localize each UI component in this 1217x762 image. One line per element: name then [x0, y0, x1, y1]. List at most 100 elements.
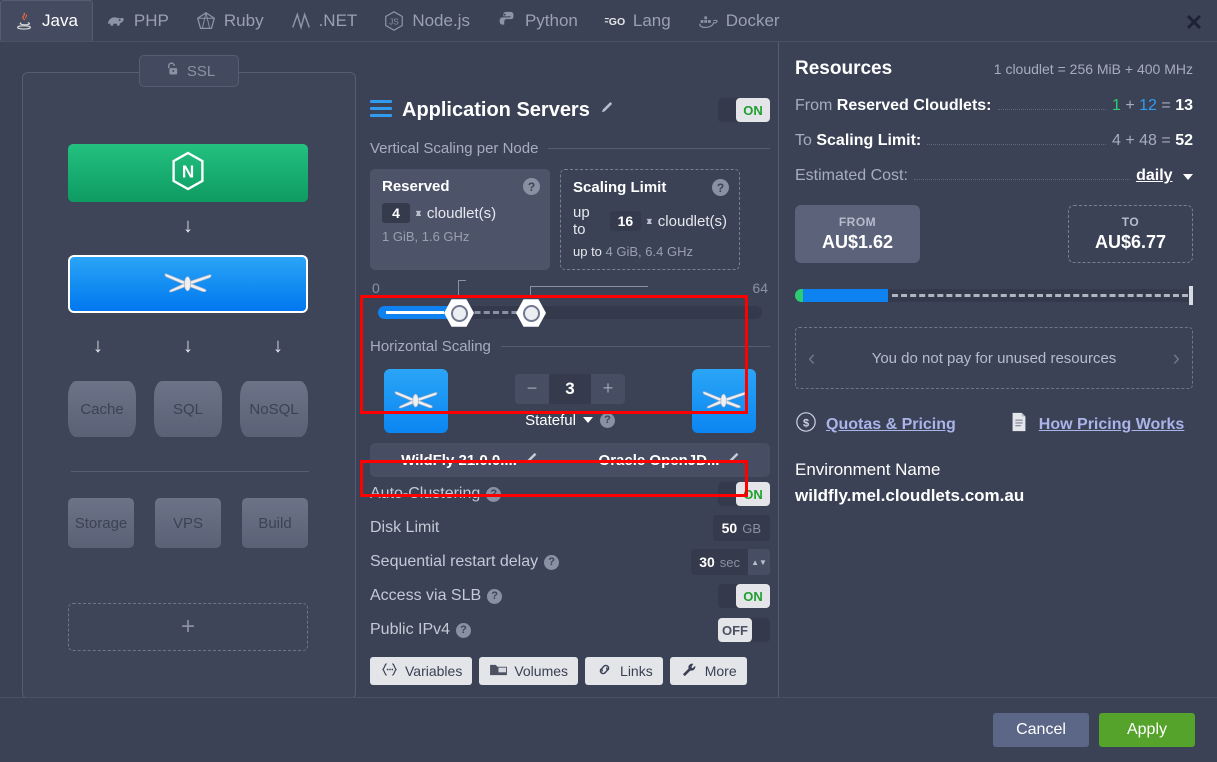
page-title: Application Servers	[402, 98, 590, 121]
slider-handle-reserved[interactable]	[444, 299, 474, 327]
topology-node-build[interactable]: Build	[242, 498, 308, 548]
tab-docker[interactable]: Docker	[685, 0, 794, 41]
quotas-pricing-label: Quotas & Pricing	[826, 415, 956, 433]
topology-arrow-down: ↓	[93, 335, 103, 357]
wildfly-icon	[161, 267, 215, 302]
engine-version-button[interactable]: WildFly 21.0.0....	[370, 452, 570, 469]
scaling-limit-help-icon[interactable]: ?	[712, 179, 729, 196]
add-node-button[interactable]: +	[68, 603, 308, 651]
horizontal-node-left[interactable]	[384, 369, 448, 433]
close-icon[interactable]: ✕	[1181, 10, 1207, 36]
tab-php[interactable]: PHP	[93, 0, 183, 41]
topology-node-sql[interactable]: SQL	[154, 381, 222, 437]
tab-ruby[interactable]: Ruby	[183, 0, 278, 41]
node-count-control: − 3 + Stateful ?	[515, 373, 625, 429]
tab-go-lang[interactable]: GO Lang	[592, 0, 685, 41]
restart-delay-spin-buttons[interactable]: ▲▼	[748, 549, 770, 575]
access-slb-toggle[interactable]: ON	[718, 584, 770, 608]
topology-node-vps[interactable]: VPS	[155, 498, 221, 548]
public-ipv4-help-icon[interactable]: ?	[456, 622, 472, 638]
volumes-label: Volumes	[514, 663, 569, 679]
to-limit-a: 4	[1112, 132, 1121, 149]
variables-button[interactable]: Variables	[370, 657, 473, 685]
setting-row-auto-clustering: Auto-Clustering ? ON	[370, 477, 770, 511]
links-button[interactable]: Links	[585, 657, 663, 685]
restart-delay-unit: sec	[719, 554, 740, 570]
vertical-scaling-legend: Vertical Scaling per Node	[370, 140, 770, 157]
horizontal-nodes-row: − 3 + Stateful ?	[370, 369, 770, 433]
price-bar-dashed	[892, 294, 1188, 297]
db-label: NoSQL	[249, 400, 299, 418]
svg-text:JS: JS	[389, 17, 399, 26]
edit-pencil-icon[interactable]	[600, 101, 615, 119]
node-mode-help-icon[interactable]: ?	[599, 412, 615, 428]
layer-toggle-state: ON	[736, 98, 770, 122]
restart-delay-help-icon[interactable]: ?	[544, 554, 560, 570]
apply-button[interactable]: Apply	[1099, 713, 1195, 747]
edit-pencil-icon[interactable]	[525, 452, 539, 469]
volumes-button[interactable]: Volumes	[479, 657, 579, 685]
tab-python[interactable]: Python	[484, 0, 592, 41]
topology-node-nosql[interactable]: NoSQL	[240, 381, 308, 437]
node-mode-dropdown[interactable]: Stateful ?	[525, 412, 615, 429]
tab-dotnet[interactable]: .NET	[278, 0, 372, 41]
scaling-limit-value-input[interactable]: 16	[609, 211, 641, 231]
tab-java[interactable]: Java	[0, 0, 93, 41]
ssl-badge[interactable]: SSL	[139, 55, 239, 87]
nodejs-icon: JS	[383, 10, 405, 32]
tab-label: Java	[42, 10, 78, 30]
resources-pane: Resources 1 cloudlet = 256 MiB + 400 MHz…	[779, 42, 1217, 697]
menu-icon[interactable]	[370, 99, 392, 121]
restart-delay-stepper[interactable]: 30 sec ▲▼	[691, 549, 770, 575]
tab-nodejs[interactable]: JS Node.js	[371, 0, 484, 41]
carousel-next-icon[interactable]: ›	[1173, 345, 1180, 371]
from-reserved-eq: =	[1161, 97, 1171, 114]
horizontal-node-right[interactable]	[692, 369, 756, 433]
reserved-help-icon[interactable]: ?	[523, 178, 540, 195]
db-label: SQL	[172, 400, 203, 418]
topology-node-nginx[interactable]: N	[68, 144, 308, 202]
environment-name-label: Environment Name	[795, 460, 941, 479]
jdk-version-button[interactable]: Oracle OpenJD...	[570, 452, 770, 469]
to-limit-b: 48	[1139, 132, 1157, 149]
left-pane: SSL N ↓ ↓ ↓ ↓ Cache SQL NoSQL Storage VP…	[0, 42, 779, 699]
topology-node-wildfly[interactable]	[68, 255, 308, 313]
disk-limit-value[interactable]: 50 GB	[712, 515, 770, 541]
price-from-amount: AU$1.62	[821, 232, 894, 252]
from-reserved-line: From Reserved Cloudlets: 1 + 12 = 13	[795, 97, 1193, 115]
disk-limit-label: Disk Limit	[370, 519, 440, 536]
quotas-pricing-link[interactable]: $ Quotas & Pricing	[795, 411, 956, 438]
access-slb-help-icon[interactable]: ?	[487, 588, 503, 604]
node-count-value[interactable]: 3	[549, 373, 591, 404]
to-limit-line: To Scaling Limit: 4 + 48 = 52	[795, 132, 1193, 150]
layer-toggle[interactable]: ON	[718, 98, 770, 122]
carousel-prev-icon[interactable]: ‹	[808, 345, 815, 371]
reserved-subtext: 1 GiB, 1.6 GHz	[382, 229, 470, 244]
ssl-label: SSL	[186, 62, 216, 80]
decrement-node-button[interactable]: −	[515, 373, 549, 404]
auto-clustering-toggle[interactable]: ON	[718, 482, 770, 506]
vertical-scaling-slider[interactable]: 0 64	[370, 280, 770, 327]
cost-period-dropdown[interactable]: daily	[1136, 167, 1193, 185]
unused-resources-banner: ‹ You do not pay for unused resources ›	[795, 327, 1193, 389]
topology-node-cache[interactable]: Cache	[68, 381, 136, 437]
topology-arrow-down: ↓	[183, 335, 193, 357]
increment-node-button[interactable]: +	[591, 373, 625, 404]
how-pricing-works-link[interactable]: How Pricing Works	[1008, 411, 1184, 438]
tab-label: .NET	[318, 10, 358, 30]
edit-pencil-icon[interactable]	[727, 452, 741, 469]
scaling-limit-subtext: up to 4 GiB, 6.4 GHz	[573, 244, 727, 259]
price-to-card: TO AU$6.77	[1068, 205, 1193, 263]
reserved-value-input[interactable]: 4	[382, 203, 410, 223]
slider-track[interactable]	[378, 306, 762, 319]
auto-clustering-help-icon[interactable]: ?	[486, 486, 502, 502]
more-button[interactable]: More	[669, 657, 747, 685]
slider-handle-limit[interactable]	[516, 299, 546, 327]
unlock-icon	[163, 61, 180, 82]
tab-label: Ruby	[223, 10, 264, 30]
public-ipv4-toggle[interactable]: OFF	[718, 618, 770, 642]
cancel-button[interactable]: Cancel	[993, 713, 1089, 747]
topology-node-storage[interactable]: Storage	[68, 498, 134, 548]
tab-label: PHP	[133, 10, 169, 30]
auto-clustering-state: ON	[736, 482, 770, 506]
